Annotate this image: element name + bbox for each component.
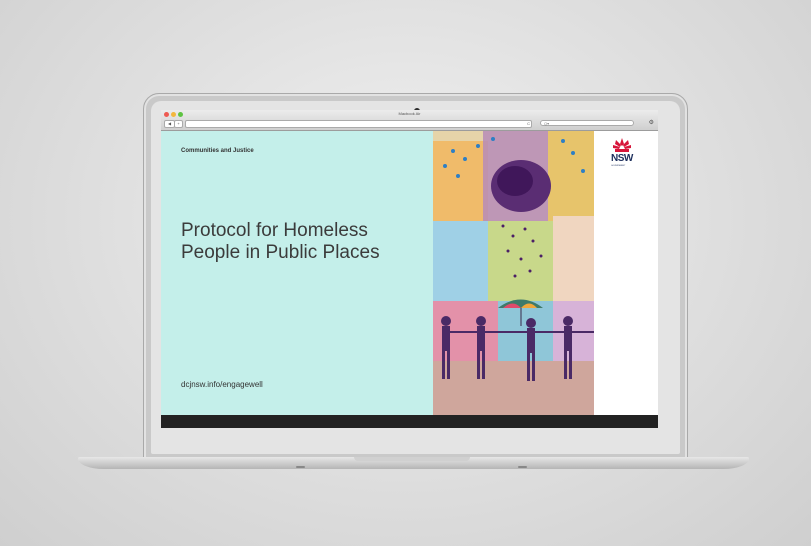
address-bar[interactable]: C [185, 120, 532, 128]
watercolor-artwork [433, 131, 594, 415]
cover-panel: Communities and Justice Protocol for Hom… [161, 131, 433, 415]
laptop-foot [518, 466, 527, 468]
reload-icon[interactable]: C [527, 121, 530, 127]
page-title: Protocol for Homeless People in Public P… [181, 220, 380, 263]
web-page: Communities and Justice Protocol for Hom… [161, 131, 658, 415]
laptop-foot [296, 466, 305, 468]
laptop-screen: Macbook Air ◀ + C Q▾ ⚙ Communities and J… [161, 110, 658, 428]
logo-panel: NSW GOVERNMENT [594, 131, 658, 415]
nsw-logo-subtext: GOVERNMENT [611, 165, 626, 167]
laptop-base [78, 457, 749, 469]
lid-notch [354, 457, 470, 461]
waratah-flower-icon [613, 138, 631, 152]
gear-icon[interactable]: ⚙ [649, 119, 654, 126]
screen-bottom-strip [161, 415, 658, 428]
search-input[interactable]: Q▾ [540, 120, 634, 126]
engage-link[interactable]: dcjnsw.info/engagewell [181, 380, 263, 389]
laptop-lid: Macbook Air ◀ + C Q▾ ⚙ Communities and J… [143, 93, 688, 463]
add-tab-button[interactable]: + [174, 120, 183, 128]
nsw-logo-text: NSW [611, 153, 633, 164]
department-label: Communities and Justice [181, 148, 254, 154]
window-title: Macbook Air [398, 111, 421, 116]
browser-toolbar: Macbook Air ◀ + C Q▾ ⚙ [161, 110, 658, 131]
